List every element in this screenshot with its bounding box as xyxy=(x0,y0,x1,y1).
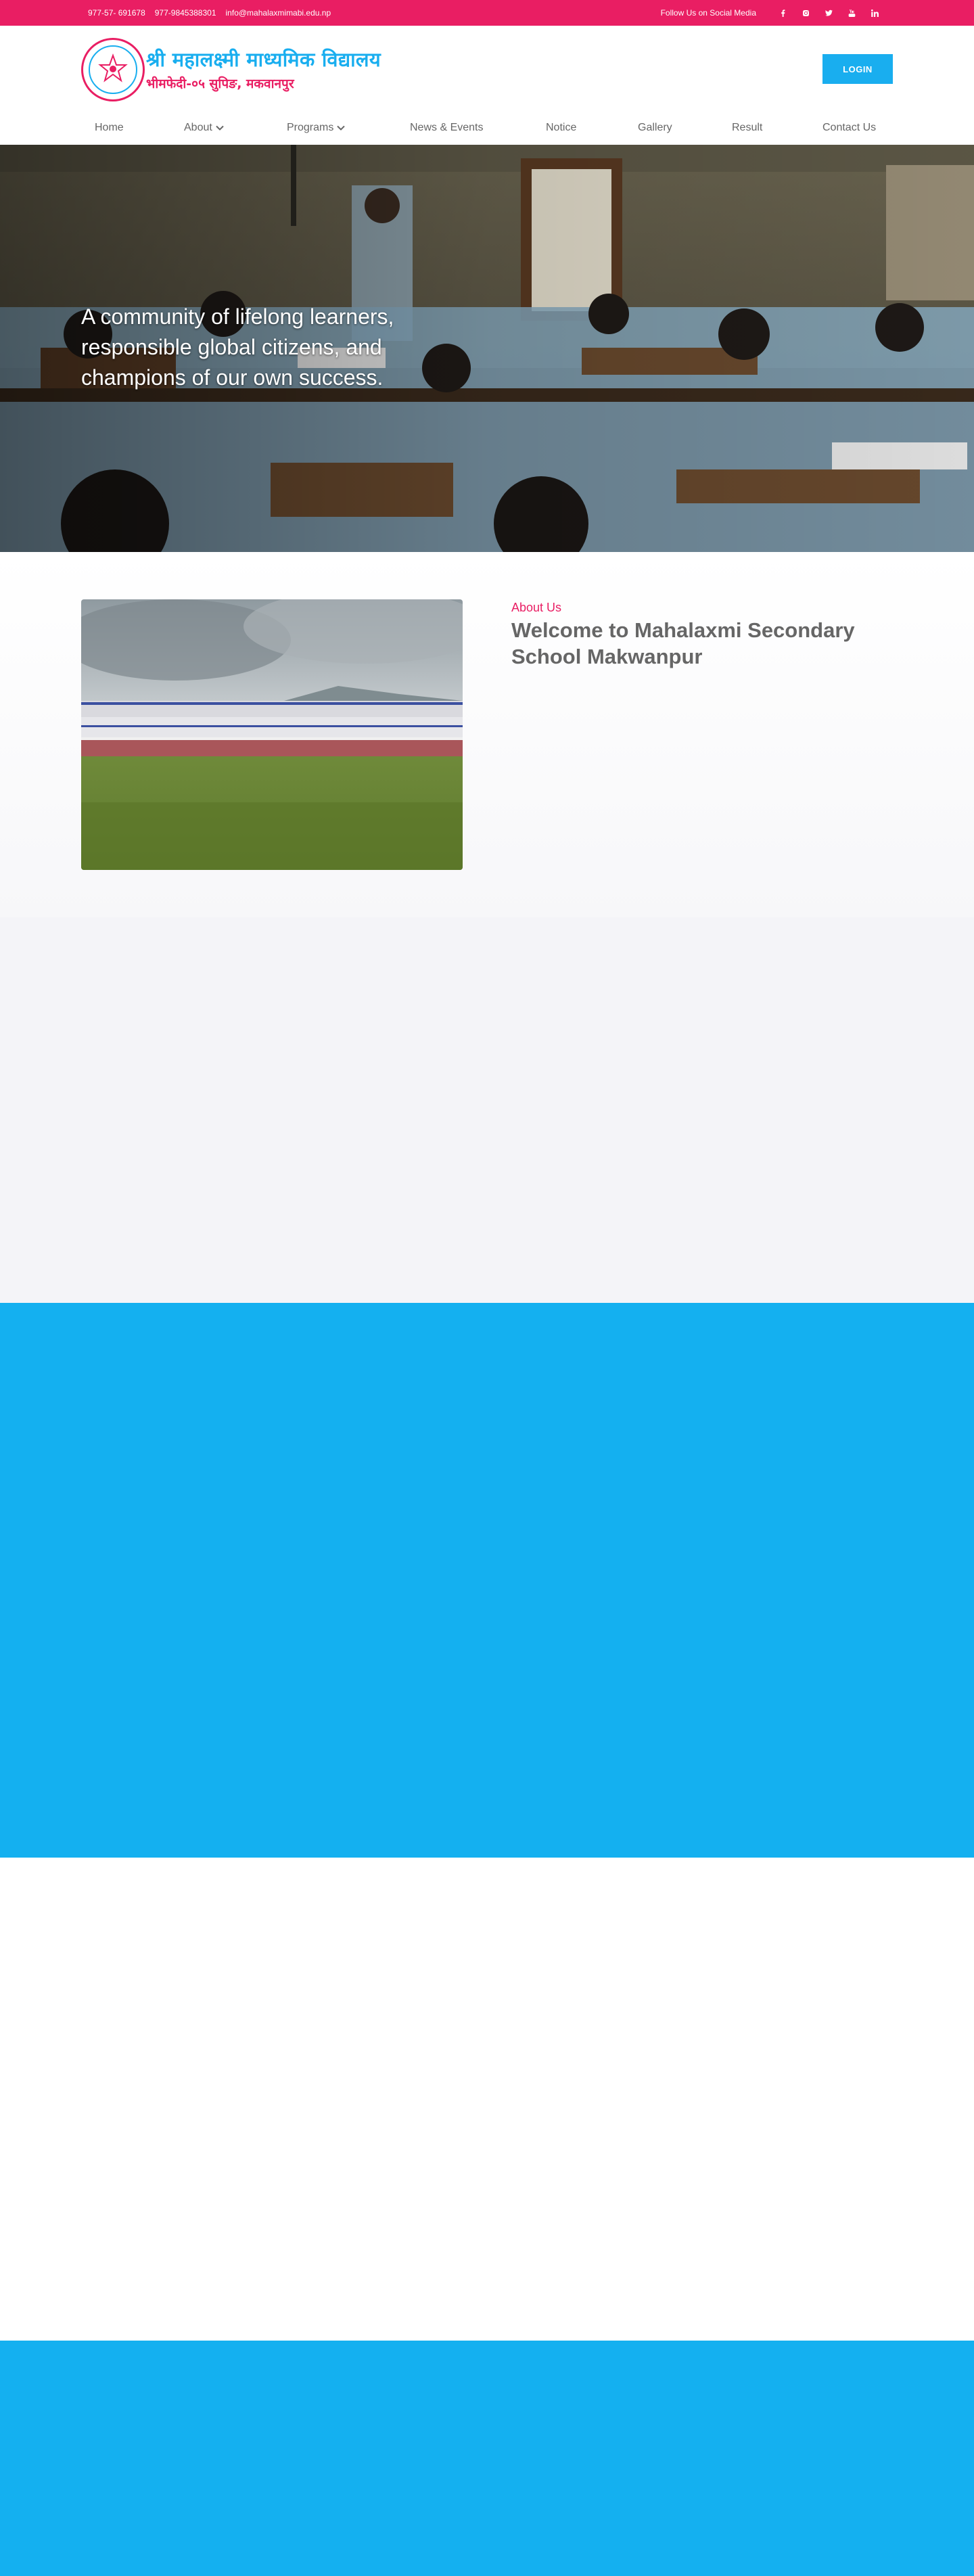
phone-2[interactable]: 977-9845388301 xyxy=(155,8,216,18)
about-section: About Us Welcome to Mahalaxmi Secondary … xyxy=(0,552,974,917)
about-title: Welcome to Mahalaxmi Secondary School Ma… xyxy=(511,618,855,668)
hero-banner: A community of lifelong learners, respon… xyxy=(0,145,974,552)
nav-label: Notice xyxy=(546,122,577,133)
nav-label: News & Events xyxy=(410,122,484,133)
footer-section xyxy=(0,2341,974,2576)
main-nav: Home About Programs News & Events Notice… xyxy=(0,112,974,143)
youtube-icon[interactable] xyxy=(840,7,863,19)
phone-1[interactable]: 977-57- 691678 xyxy=(88,8,145,18)
linkedin-icon[interactable] xyxy=(863,7,886,19)
nav-label: About xyxy=(184,122,212,133)
logo-star-icon xyxy=(98,53,128,83)
nav-news-events[interactable]: News & Events xyxy=(410,112,483,143)
grey-section xyxy=(0,917,974,1303)
top-bar: 977-57- 691678 977-9845388301 info@mahal… xyxy=(0,0,974,26)
about-eyebrow: About Us xyxy=(511,601,562,614)
school-name: श्री महालक्ष्मी माध्यमिक विद्यालय xyxy=(146,48,381,71)
nav-home[interactable]: Home xyxy=(95,112,124,143)
facebook-icon[interactable] xyxy=(771,7,794,19)
nav-programs[interactable]: Programs xyxy=(287,112,346,143)
nav-result[interactable]: Result xyxy=(732,112,762,143)
nav-contact-us[interactable]: Contact Us xyxy=(822,112,876,143)
contact-info: 977-57- 691678 977-9845388301 info@mahal… xyxy=(88,8,331,18)
twitter-icon[interactable] xyxy=(817,7,840,19)
instagram-icon[interactable] xyxy=(794,7,817,19)
hero-tagline: A community of lifelong learners, respon… xyxy=(81,304,394,390)
site-header: श्री महालक्ष्मी माध्यमिक विद्यालय भीमफेद… xyxy=(0,26,974,107)
chevron-down-icon xyxy=(216,125,224,131)
nav-label: Home xyxy=(95,122,124,133)
nav-label: Result xyxy=(732,122,763,133)
email-link[interactable]: info@mahalaxmimabi.edu.np xyxy=(226,8,331,18)
nav-gallery[interactable]: Gallery xyxy=(638,112,672,143)
blue-section xyxy=(0,1303,974,1858)
school-building-photo xyxy=(81,599,463,870)
school-address: भीमफेदी-०५ सुपिङ, मकवानपुर xyxy=(146,76,294,91)
white-section xyxy=(0,1858,974,2341)
nav-label: Programs xyxy=(287,122,334,133)
nav-about[interactable]: About xyxy=(184,112,224,143)
login-button[interactable]: LOGIN xyxy=(822,54,893,84)
chevron-down-icon xyxy=(337,125,346,131)
nav-label: Gallery xyxy=(638,122,672,133)
follow-label: Follow Us on Social Media xyxy=(660,8,756,18)
social-links: Follow Us on Social Media xyxy=(661,7,886,19)
school-logo[interactable] xyxy=(81,38,145,101)
nav-notice[interactable]: Notice xyxy=(546,112,576,143)
nav-label: Contact Us xyxy=(822,122,877,133)
